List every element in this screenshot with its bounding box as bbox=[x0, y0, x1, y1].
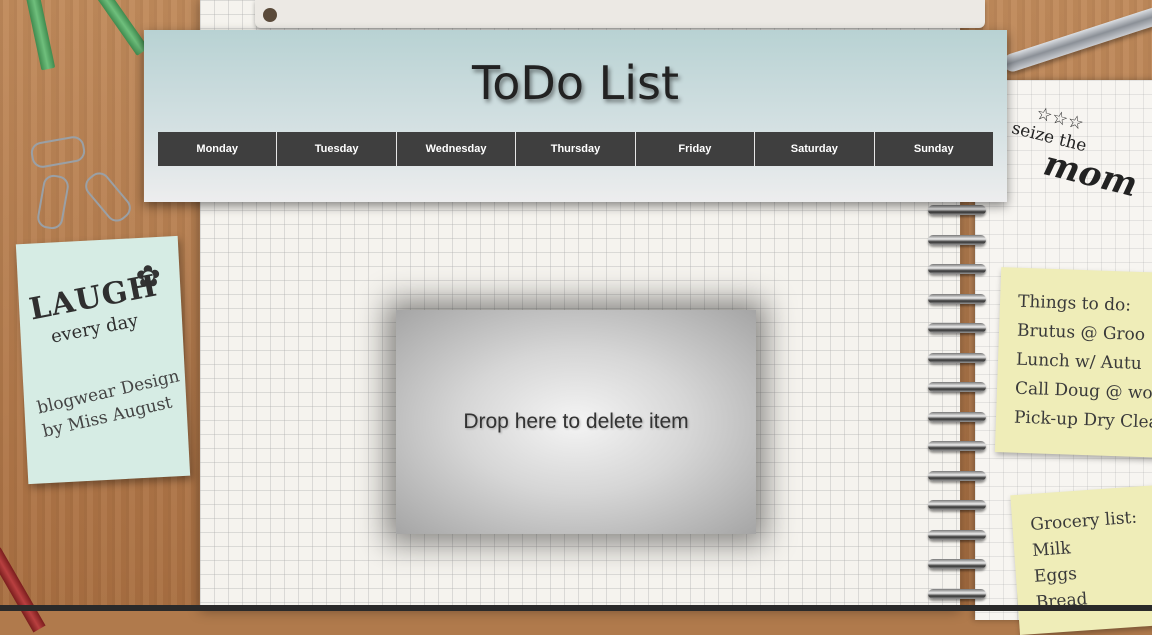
tab-friday[interactable]: Friday bbox=[635, 132, 756, 166]
spiral-ring bbox=[928, 500, 986, 510]
spiral-ring bbox=[928, 234, 986, 245]
page-title: ToDo List bbox=[471, 56, 680, 110]
spiral-ring bbox=[928, 382, 986, 392]
grocery-sticky-note: Grocery list: Milk Eggs Bread bbox=[1010, 484, 1152, 635]
note-line: Pick-up Dry Clea bbox=[1013, 407, 1152, 433]
tab-thursday[interactable]: Thursday bbox=[516, 132, 636, 166]
tab-wednesday[interactable]: Wednesday bbox=[396, 132, 517, 166]
spiral-ring bbox=[928, 559, 986, 569]
todo-sticky-note: Things to do: Brutus @ Groo Lunch w/ Aut… bbox=[994, 267, 1152, 458]
spiral-ring bbox=[928, 470, 986, 481]
spiral-ring bbox=[928, 588, 986, 599]
spiral-ring bbox=[928, 441, 986, 451]
notebook-spiral bbox=[928, 205, 990, 611]
spiral-ring bbox=[928, 352, 986, 363]
hole-punch bbox=[263, 8, 277, 22]
spiral-ring bbox=[928, 411, 986, 422]
bottom-bar bbox=[0, 605, 1152, 611]
tab-tuesday[interactable]: Tuesday bbox=[277, 132, 397, 166]
laugh-sticky-note: ✿ LAUGH every day blogwear Design by Mis… bbox=[15, 235, 191, 485]
top-paper-sheet bbox=[255, 0, 985, 28]
tab-saturday[interactable]: Saturday bbox=[755, 132, 875, 166]
note-credit: blogwear Design by Miss August bbox=[35, 366, 182, 442]
tab-sunday[interactable]: Sunday bbox=[874, 132, 993, 166]
spiral-ring bbox=[928, 264, 986, 274]
tab-monday[interactable]: Monday bbox=[158, 132, 278, 166]
drop-zone-label: Drop here to delete item bbox=[463, 410, 689, 433]
header-panel: ToDo List Monday Tuesday Wednesday Thurs… bbox=[144, 30, 1007, 202]
spiral-ring bbox=[928, 293, 986, 304]
spiral-ring bbox=[928, 205, 986, 215]
spiral-ring bbox=[928, 529, 986, 540]
day-tabs: Monday Tuesday Wednesday Thursday Friday… bbox=[158, 132, 993, 166]
delete-drop-zone[interactable]: Drop here to delete item bbox=[396, 310, 756, 534]
spiral-ring bbox=[928, 323, 986, 333]
